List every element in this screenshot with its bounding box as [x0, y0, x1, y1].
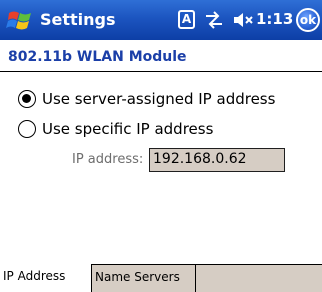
radio-button-selected[interactable]: [18, 90, 36, 108]
radio-label[interactable]: Use server-assigned IP address: [42, 90, 275, 108]
tab-name-servers[interactable]: Name Servers: [92, 264, 196, 292]
tab-strip-background: [196, 264, 322, 292]
option-server-assigned-ip[interactable]: Use server-assigned IP address: [18, 88, 275, 110]
title-bar: Settings A 1:13 ok: [0, 0, 322, 40]
radio-label[interactable]: Use specific IP address: [42, 120, 213, 138]
ok-button[interactable]: ok: [296, 8, 320, 32]
page-title: 802.11b WLAN Module: [8, 49, 187, 65]
tab-ip-address[interactable]: IP Address: [0, 264, 92, 292]
status-area: A 1:13: [178, 9, 293, 31]
speaker-muted-icon[interactable]: [232, 11, 254, 29]
windows-flag-icon[interactable]: [5, 5, 35, 35]
option-specific-ip[interactable]: Use specific IP address: [18, 118, 213, 140]
connectivity-arrows-icon[interactable]: [204, 11, 224, 29]
clock[interactable]: 1:13: [256, 10, 293, 28]
input-mode-icon[interactable]: A: [178, 10, 195, 29]
app-title[interactable]: Settings: [40, 10, 116, 29]
ip-address-field[interactable]: 192.168.0.62: [149, 148, 285, 172]
header-divider: [0, 71, 322, 72]
radio-button-unselected[interactable]: [18, 120, 36, 138]
ip-address-label: IP address:: [72, 152, 144, 167]
tab-strip: IP Address Name Servers: [0, 264, 322, 292]
